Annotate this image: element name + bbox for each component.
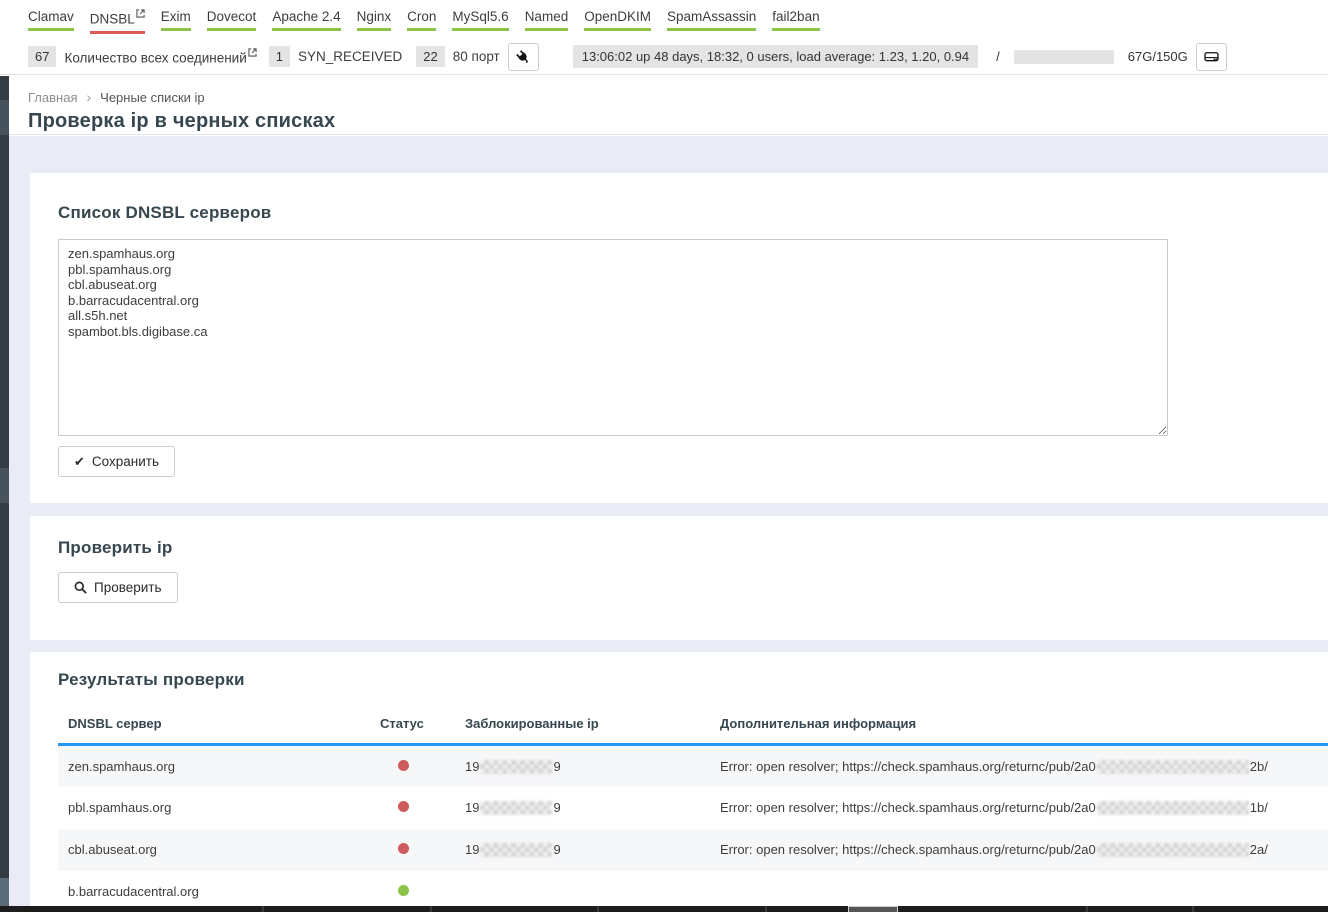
nav-item-nginx[interactable]: Nginx <box>357 9 392 31</box>
column-header-info: Дополнительная информация <box>710 704 1328 745</box>
connections-count-badge: 67 <box>28 46 56 67</box>
external-link-icon <box>248 48 257 57</box>
disk-button[interactable] <box>1196 43 1227 71</box>
os-taskbar[interactable] <box>0 906 1328 912</box>
blocked-ip-cell: 199 <box>455 745 710 787</box>
disk-usage-bar <box>1014 50 1114 64</box>
redacted-info <box>1097 801 1249 815</box>
search-icon <box>74 581 87 594</box>
info-cell: Error: open resolver; https://check.spam… <box>710 787 1328 829</box>
column-header-status: Статус <box>370 704 455 745</box>
top-bar: Clamav DNSBL Exim Dovecot Apache 2.4 Ngi… <box>0 0 1328 75</box>
uptime-text: 13:06:02 up 48 days, 18:32, 0 users, loa… <box>573 45 978 68</box>
dnsbl-servers-textarea[interactable]: zen.spamhaus.org pbl.spamhaus.org cbl.ab… <box>58 239 1168 436</box>
blocked-ip-cell <box>455 871 710 907</box>
breadcrumb-home-link[interactable]: Главная <box>28 90 77 105</box>
server-cell: zen.spamhaus.org <box>58 745 370 787</box>
port-label: 80 порт <box>453 49 500 64</box>
nav-item-named[interactable]: Named <box>525 9 569 31</box>
nav-item-opendkim[interactable]: OpenDKIM <box>584 9 651 31</box>
nav-item-cron[interactable]: Cron <box>407 9 436 31</box>
taskbar-separator <box>1086 906 1088 912</box>
column-header-ip: Заблокированные ip <box>455 704 710 745</box>
external-link-icon <box>136 9 145 18</box>
nav-item-exim[interactable]: Exim <box>161 9 191 31</box>
nav-item-fail2ban[interactable]: fail2ban <box>772 9 819 31</box>
breadcrumb: Главная › Черные списки ip <box>28 89 1328 105</box>
table-row: pbl.spamhaus.org 199 Error: open resolve… <box>58 787 1328 829</box>
syn-count-badge: 1 <box>269 46 290 67</box>
server-cell: pbl.spamhaus.org <box>58 787 370 829</box>
check-icon: ✔ <box>74 455 85 468</box>
nav-item-dnsbl[interactable]: DNSBL <box>90 9 145 34</box>
firewall-plug-button[interactable] <box>508 43 539 71</box>
taskbar-separator <box>430 906 432 912</box>
page-header: Главная › Черные списки ip Проверка ip в… <box>9 76 1328 135</box>
taskbar-separator <box>262 906 264 912</box>
collapsed-sidebar[interactable] <box>0 76 9 912</box>
disk-usage-text: 67G/150G <box>1128 49 1188 64</box>
redacted-ip <box>480 760 552 774</box>
service-nav: Clamav DNSBL Exim Dovecot Apache 2.4 Ngi… <box>0 0 1328 34</box>
page-title: Проверка ip в черных списках <box>28 110 1328 133</box>
sidebar-segment <box>0 878 9 906</box>
table-row: zen.spamhaus.org 199 Error: open resolve… <box>58 745 1328 787</box>
taskbar-separator <box>1192 906 1194 912</box>
check-section-title: Проверить ip <box>58 538 1328 558</box>
check-button[interactable]: Проверить <box>58 572 178 603</box>
disk-mount-label: / <box>996 49 1000 64</box>
blocked-ip-cell: 199 <box>455 787 710 829</box>
servers-section-title: Список DNSBL серверов <box>58 203 1328 223</box>
dnsbl-servers-card: Список DNSBL серверов zen.spamhaus.org p… <box>30 173 1328 503</box>
status-dot <box>398 801 409 812</box>
status-dot <box>398 760 409 771</box>
syn-label: SYN_RECEIVED <box>298 49 402 64</box>
info-cell <box>710 871 1328 907</box>
results-table: DNSBL сервер Статус Заблокированные ip Д… <box>58 704 1328 906</box>
check-ip-card: Проверить ip Проверить <box>30 516 1328 640</box>
sidebar-segment <box>0 468 9 503</box>
table-row: b.barracudacentral.org <box>58 871 1328 907</box>
redacted-info <box>1097 843 1249 857</box>
results-section-title: Результаты проверки <box>58 670 1328 690</box>
redacted-ip <box>480 843 552 857</box>
breadcrumb-separator-icon: › <box>86 89 91 105</box>
save-button[interactable]: ✔ Сохранить <box>58 446 175 477</box>
redacted-info <box>1097 760 1249 774</box>
nav-item-apache[interactable]: Apache 2.4 <box>272 9 340 31</box>
nav-item-spamassassin[interactable]: SpamAssassin <box>667 9 756 31</box>
server-cell: b.barracudacentral.org <box>58 871 370 907</box>
plug-icon <box>513 47 533 67</box>
redacted-ip <box>480 801 552 815</box>
info-cell: Error: open resolver; https://check.spam… <box>710 745 1328 787</box>
results-header-row: DNSBL сервер Статус Заблокированные ip Д… <box>58 704 1328 745</box>
taskbar-separator <box>597 906 599 912</box>
nav-item-mysql[interactable]: MySql5.6 <box>452 9 508 31</box>
sidebar-segment <box>0 100 9 135</box>
breadcrumb-current: Черные списки ip <box>100 90 204 105</box>
info-cell: Error: open resolver; https://check.spam… <box>710 829 1328 871</box>
nav-item-dovecot[interactable]: Dovecot <box>207 9 257 31</box>
table-row: cbl.abuseat.org 199 Error: open resolver… <box>58 829 1328 871</box>
server-cell: cbl.abuseat.org <box>58 829 370 871</box>
status-dot <box>398 843 409 854</box>
nav-item-clamav[interactable]: Clamav <box>28 9 74 31</box>
status-bar: 67 Количество всех соединений 1 SYN_RECE… <box>0 34 1328 72</box>
hdd-icon <box>1204 50 1219 63</box>
port-count-badge: 22 <box>416 46 444 67</box>
taskbar-active-item[interactable] <box>848 906 898 912</box>
taskbar-separator <box>765 906 767 912</box>
status-dot <box>398 885 409 896</box>
column-header-server: DNSBL сервер <box>58 704 370 745</box>
results-card: Результаты проверки DNSBL сервер Статус … <box>30 652 1328 906</box>
blocked-ip-cell: 199 <box>455 829 710 871</box>
connections-label[interactable]: Количество всех соединений <box>64 48 256 66</box>
